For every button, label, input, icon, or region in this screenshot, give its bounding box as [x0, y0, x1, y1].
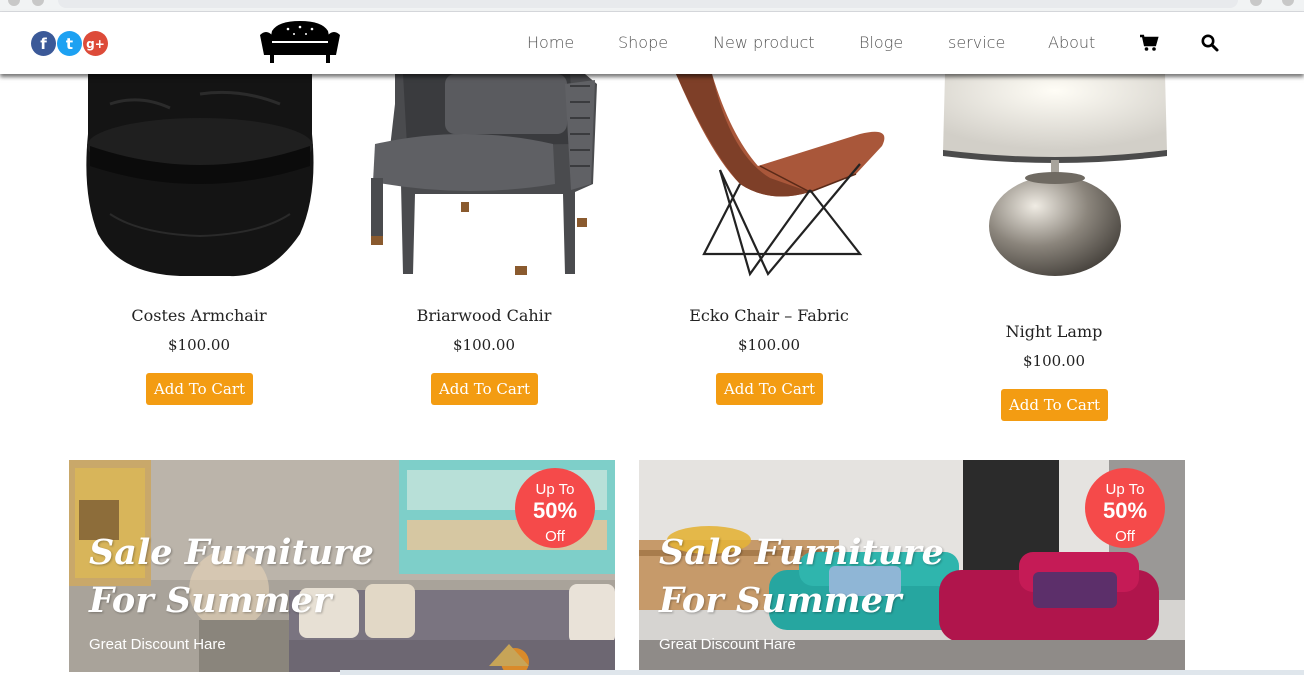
- main-menu: Home Shope New product Bloge service Abo…: [0, 33, 1304, 53]
- banner-subtitle: Great Discount Hare: [659, 636, 796, 653]
- profile-icon[interactable]: [1250, 0, 1262, 6]
- add-to-cart-button[interactable]: Add To Cart: [431, 373, 538, 405]
- product-price: $100.00: [452, 336, 516, 354]
- product-price: $100.00: [167, 336, 231, 354]
- banner-title-line2: For Summer: [659, 580, 902, 621]
- product-price: $100.00: [1022, 352, 1086, 370]
- product-image-ecko-chair[interactable]: [660, 74, 900, 279]
- nav-link-new-product[interactable]: New product: [713, 33, 815, 52]
- product-name[interactable]: Briarwood Cahir: [417, 306, 552, 325]
- reload-icon[interactable]: [32, 0, 44, 6]
- product-image-night-lamp[interactable]: [935, 74, 1175, 279]
- add-to-cart-button[interactable]: Add To Cart: [716, 373, 823, 405]
- sale-banner[interactable]: Up To 50% Off Sale Furniture For Summer …: [69, 460, 615, 672]
- sale-banner[interactable]: Up To 50% Off Sale Furniture For Summer …: [639, 460, 1185, 672]
- nav-link-about[interactable]: About: [1048, 33, 1095, 52]
- add-to-cart-button[interactable]: Add To Cart: [1001, 389, 1108, 421]
- banner-subtitle: Great Discount Hare: [89, 636, 226, 653]
- address-bar[interactable]: [58, 0, 1238, 8]
- add-to-cart-button[interactable]: Add To Cart: [146, 373, 253, 405]
- search-icon[interactable]: [1200, 33, 1220, 53]
- product-name[interactable]: Night Lamp: [1006, 322, 1103, 341]
- badge-bottom-text: Off: [545, 528, 565, 545]
- banner-title-line2: For Summer: [89, 580, 332, 621]
- banner-title-line1: Sale Furniture: [659, 532, 944, 573]
- browser-chrome-strip: [0, 0, 1304, 12]
- back-icon[interactable]: [8, 0, 20, 6]
- badge-top-text: Up To: [535, 481, 575, 498]
- banner-title-line1: Sale Furniture: [89, 532, 374, 573]
- nav-link-bloge[interactable]: Bloge: [859, 33, 903, 52]
- menu-icon[interactable]: [1282, 0, 1294, 6]
- nav-link-service[interactable]: service: [948, 33, 1005, 52]
- nav-link-shope[interactable]: Shope: [618, 33, 668, 52]
- badge-value: 50%: [1102, 498, 1148, 523]
- top-navbar: f t g+ Home Shope New product Bloge serv…: [0, 12, 1304, 74]
- discount-badge: Up To 50% Off: [1085, 468, 1165, 548]
- badge-value: 50%: [532, 498, 578, 523]
- product-image-costes-armchair[interactable]: [80, 74, 320, 279]
- product-name[interactable]: Costes Armchair: [131, 306, 266, 325]
- horizontal-scrollbar[interactable]: [340, 670, 1304, 675]
- badge-bottom-text: Off: [1115, 528, 1135, 545]
- nav-link-home[interactable]: Home: [527, 33, 574, 52]
- product-price: $100.00: [737, 336, 801, 354]
- product-name[interactable]: Ecko Chair – Fabric: [689, 306, 849, 325]
- product-image-briarwood-cahir[interactable]: [365, 74, 605, 279]
- badge-top-text: Up To: [1105, 481, 1145, 498]
- discount-badge: Up To 50% Off: [515, 468, 595, 548]
- cart-icon[interactable]: [1139, 33, 1159, 53]
